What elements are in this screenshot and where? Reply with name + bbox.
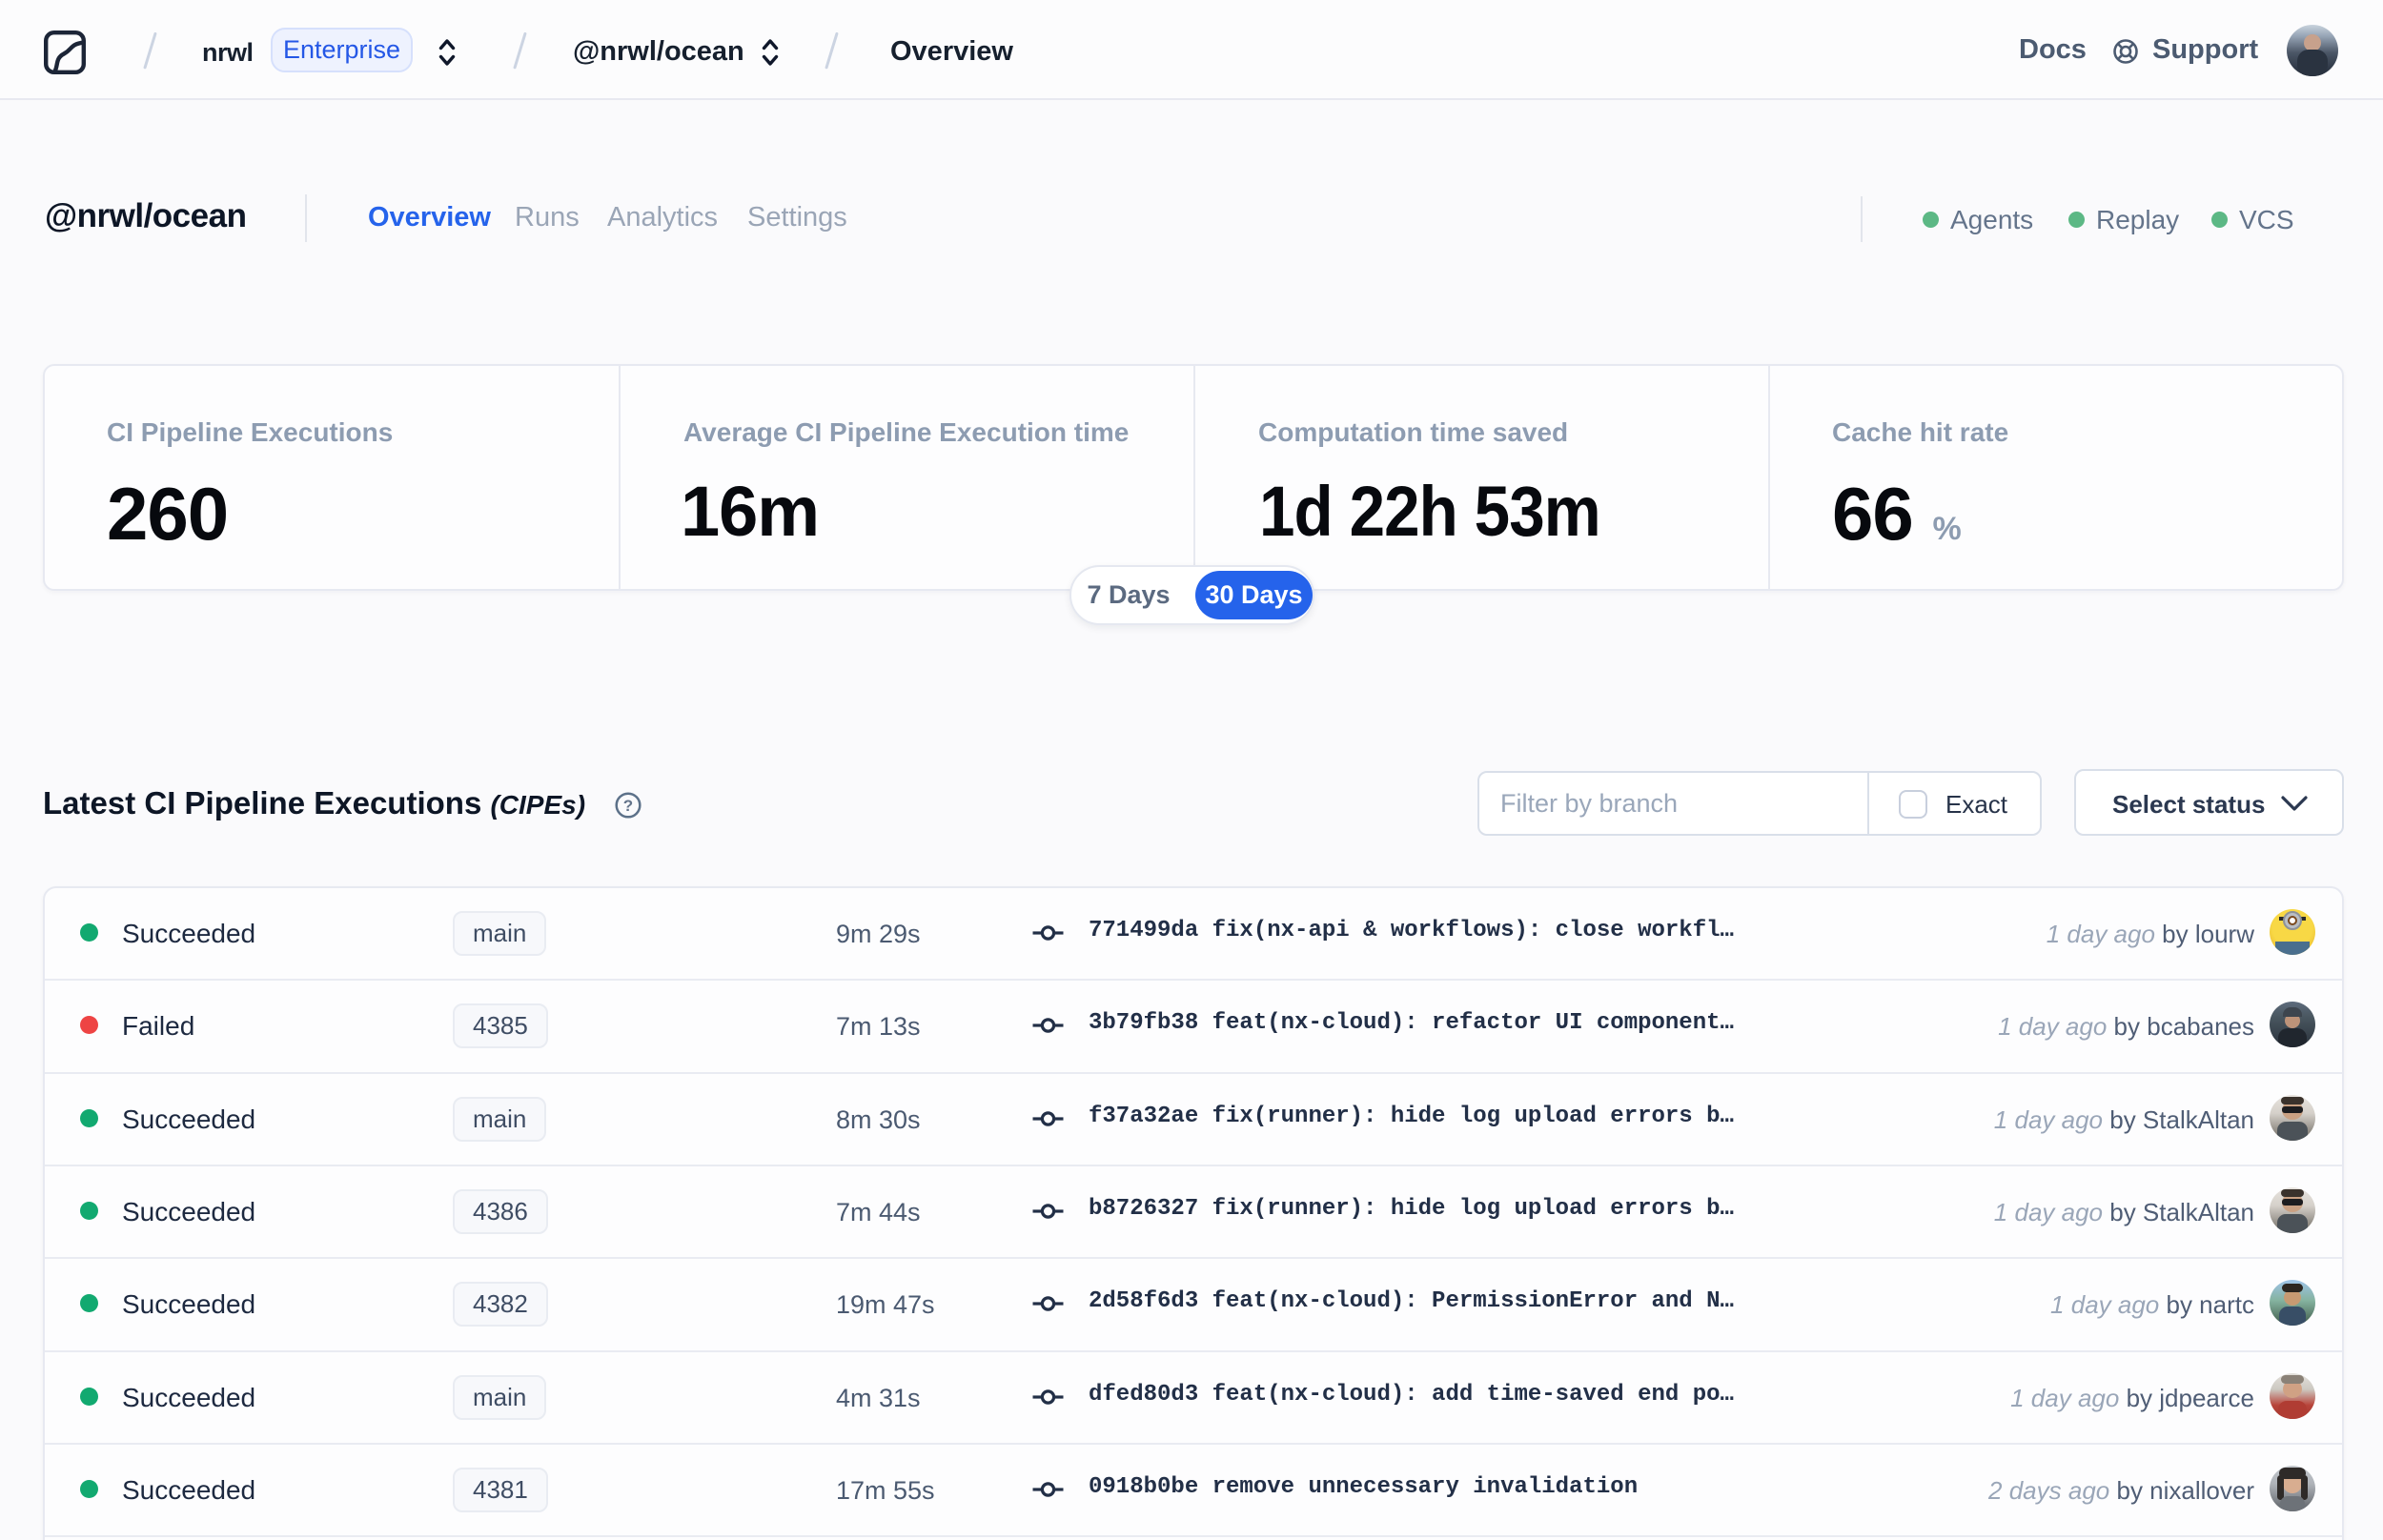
svg-text:?: ?	[623, 797, 633, 815]
